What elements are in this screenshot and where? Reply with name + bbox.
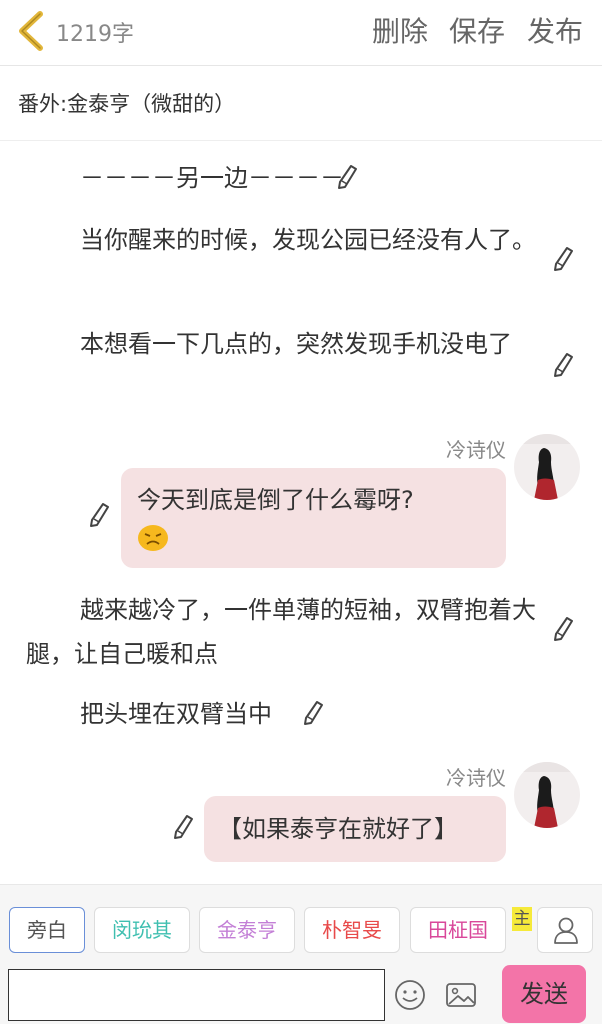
emoji-icon[interactable] [392, 977, 428, 1013]
role-chip[interactable]: 朴智旻 [304, 907, 400, 953]
narration-paragraph[interactable]: 越来越冷了，一件单薄的短袖，双臂抱着大腿，让自己暖和点 [26, 588, 546, 676]
pencil-icon[interactable] [336, 164, 358, 190]
role-label: 田柾国 [428, 918, 488, 942]
avatar[interactable] [514, 762, 580, 828]
avatar[interactable] [514, 434, 580, 500]
message-bubble[interactable]: 【如果泰亨在就好了】 [204, 796, 506, 862]
role-label: 闵玧其 [112, 918, 172, 942]
delete-button[interactable]: 删除 [372, 10, 428, 50]
role-label: 朴智旻 [322, 918, 382, 942]
divider [0, 140, 602, 141]
word-count: 1219字 [56, 22, 134, 47]
message-input[interactable] [8, 969, 385, 1021]
message-bubble[interactable]: 今天到底是倒了什么霉呀? [121, 468, 506, 568]
send-button[interactable]: 发送 [502, 965, 586, 1023]
composer-bar: 旁白 闵玧其 金泰亨 朴智旻 田柾国 主 发送 [0, 884, 602, 1024]
back-chevron-icon [19, 11, 43, 51]
narration-paragraph[interactable]: －－－－另一边－－－－ [26, 156, 546, 200]
speaker-name: 冷诗仪 [446, 438, 506, 462]
sad-emoji-icon [138, 525, 168, 551]
role-label: 旁白 [27, 918, 67, 942]
role-chip[interactable]: 田柾国 [410, 907, 506, 953]
message-text: 今天到底是倒了什么霉呀? [137, 486, 414, 514]
narration-paragraph[interactable]: 把头埋在双臂当中 [26, 692, 546, 736]
header: 1219字 删除 保存 发布 [0, 0, 602, 66]
back-button[interactable] [14, 10, 48, 52]
message-text: 【如果泰亨在就好了】 [218, 815, 458, 843]
role-chip[interactable]: 金泰亨 [199, 907, 295, 953]
narration-paragraph[interactable]: 本想看一下几点的，突然发现手机没电了 [26, 322, 546, 366]
role-chip[interactable]: 闵玧其 [94, 907, 190, 953]
main-role-badge[interactable]: 主 [512, 907, 532, 931]
user-icon [554, 917, 578, 944]
speaker-name: 冷诗仪 [446, 766, 506, 790]
role-label: 金泰亨 [217, 918, 277, 942]
role-chip-narrator[interactable]: 旁白 [9, 907, 85, 953]
pencil-icon[interactable] [302, 700, 324, 726]
save-button[interactable]: 保存 [449, 10, 505, 50]
publish-button[interactable]: 发布 [527, 10, 583, 50]
pencil-icon[interactable] [552, 352, 574, 378]
pencil-icon[interactable] [552, 246, 574, 272]
pencil-icon[interactable] [552, 616, 574, 642]
user-button[interactable] [537, 907, 593, 953]
pencil-icon[interactable] [172, 814, 194, 840]
pencil-icon[interactable] [88, 502, 110, 528]
chapter-title[interactable]: 番外:金泰亨（微甜的） [18, 88, 235, 118]
narration-paragraph[interactable]: 当你醒来的时候，发现公园已经没有人了。 [26, 218, 546, 262]
image-icon[interactable] [443, 977, 479, 1013]
